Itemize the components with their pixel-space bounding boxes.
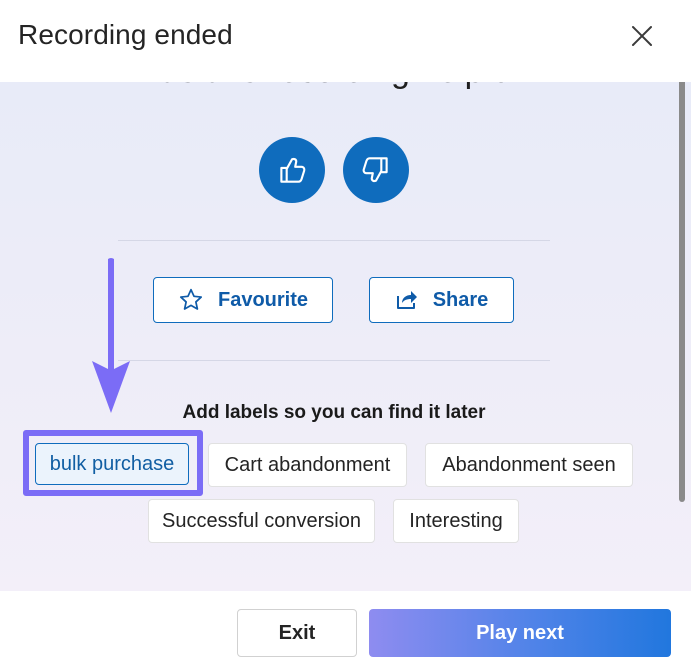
close-button[interactable] <box>622 16 662 56</box>
divider-top <box>118 240 550 241</box>
thumbs-down-button[interactable] <box>343 137 409 203</box>
thumbs-up-button[interactable] <box>259 137 325 203</box>
exit-button[interactable]: Exit <box>237 609 357 657</box>
share-button[interactable]: Share <box>369 277 514 323</box>
thumbs-up-icon <box>280 157 306 183</box>
scrollbar-thumb[interactable] <box>679 62 685 502</box>
feedback-question: Was this recording helpful? <box>0 82 668 91</box>
dialog-body: Was this recording helpful? Favourite Sh… <box>0 82 691 591</box>
play-next-button[interactable]: Play next <box>369 609 671 657</box>
labels-heading: Add labels so you can find it later <box>182 402 486 423</box>
arrow-down-icon <box>92 258 130 413</box>
label-chip-abandonment-seen[interactable]: Abandonment seen <box>425 443 633 487</box>
thumbs-down-icon <box>362 157 388 183</box>
label-chip-cart-abandonment[interactable]: Cart abandonment <box>208 443 407 487</box>
label-chip-interesting[interactable]: Interesting <box>393 499 519 543</box>
star-icon <box>179 288 203 310</box>
close-icon <box>632 26 652 46</box>
label-chip-bulk-purchase[interactable]: bulk purchase <box>35 443 189 485</box>
favourite-label: Favourite <box>217 288 309 311</box>
favourite-button[interactable]: Favourite <box>153 277 333 323</box>
scrollbar[interactable] <box>676 52 690 562</box>
share-icon <box>396 291 417 309</box>
dialog-footer: Exit Play next <box>0 591 691 671</box>
share-label: Share <box>432 288 489 311</box>
dialog-title: Recording ended <box>18 19 233 50</box>
label-chip-successful-conversion[interactable]: Successful conversion <box>148 499 375 543</box>
dialog-header: Recording ended <box>0 0 691 82</box>
divider-bottom <box>118 360 550 361</box>
